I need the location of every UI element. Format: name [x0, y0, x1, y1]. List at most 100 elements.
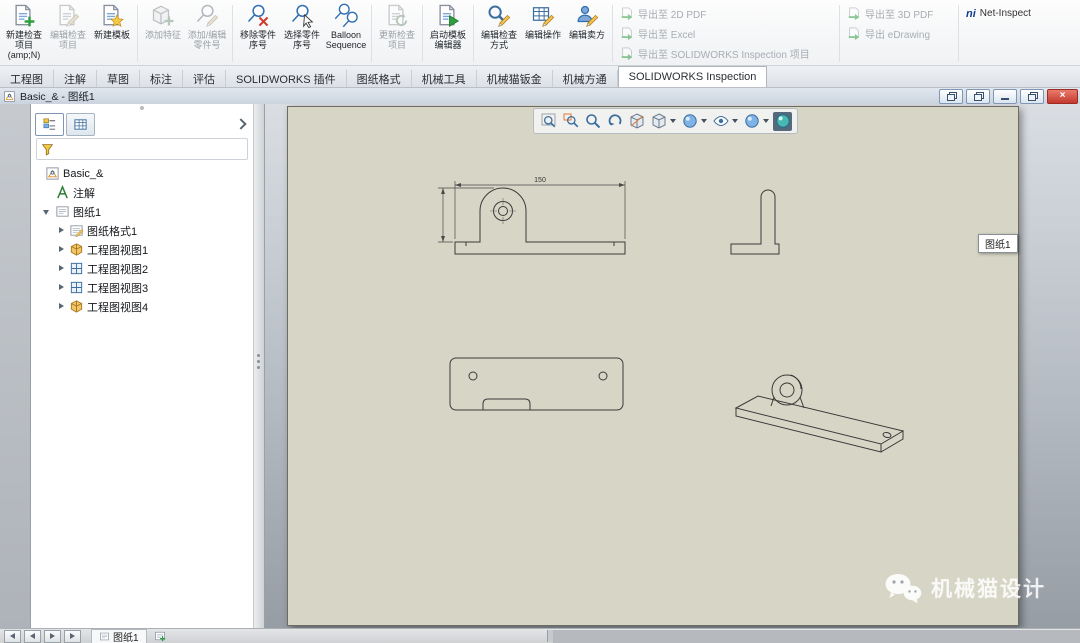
button-label: 添加/编辑零件号: [187, 30, 227, 50]
doc-window-button[interactable]: [966, 88, 990, 104]
edit-operation-button[interactable]: 编辑操作: [521, 2, 565, 50]
statusbar-right-area: [553, 630, 1080, 643]
tree-item-drawing-view3[interactable]: 工程图视图3: [31, 278, 253, 297]
tab-drawing[interactable]: 工程图: [0, 70, 54, 87]
expander-icon[interactable]: [57, 264, 66, 273]
view-orientation-icon: [651, 113, 667, 129]
export-label: 导出至 2D PDF: [638, 10, 707, 21]
heads-up-view-toolbar: [533, 108, 798, 134]
panel-splitter[interactable]: [253, 104, 265, 628]
appearances-button[interactable]: [742, 112, 761, 131]
dropdown-arrow-icon[interactable]: [670, 119, 676, 123]
tree-item-root[interactable]: Basic_&: [31, 164, 253, 183]
edit-inspection-method-button[interactable]: 编辑检查方式: [477, 2, 521, 50]
realview-button[interactable]: [773, 111, 792, 131]
isometric-view[interactable]: [734, 374, 905, 453]
doc-window-button[interactable]: [939, 88, 963, 104]
side-view[interactable]: [730, 189, 780, 255]
display-style-button[interactable]: [680, 112, 699, 131]
dropdown-arrow-icon[interactable]: [701, 119, 707, 123]
doc-minimize-button[interactable]: [993, 88, 1017, 104]
panel-collapse-button[interactable]: [233, 116, 249, 132]
feature-tree-tab[interactable]: [35, 112, 64, 136]
tree-item-label: 注解: [73, 187, 95, 200]
export-excel-button[interactable]: 导出至 Excel: [620, 26, 832, 41]
expander-icon[interactable]: [43, 207, 52, 216]
ribbon-group-project: 新建检查项目 (amp;N) 编辑检查项目 新建模板: [2, 2, 134, 60]
last-sheet-button[interactable]: [64, 629, 81, 643]
tab-mech-sheetmetal[interactable]: 机械猫钣金: [477, 70, 553, 87]
top-view[interactable]: [449, 357, 624, 411]
tab-evaluate[interactable]: 评估: [183, 70, 226, 87]
new-template-button[interactable]: 新建模板: [90, 2, 134, 60]
edit-inspection-project-button[interactable]: 编辑检查项目: [46, 2, 90, 60]
doc-close-button[interactable]: ×: [1047, 88, 1078, 104]
first-sheet-button[interactable]: [4, 629, 21, 643]
tree-filter-input[interactable]: [36, 138, 248, 160]
edit-vendor-button[interactable]: 编辑卖方: [565, 2, 609, 50]
add-sheet-button[interactable]: [152, 630, 168, 643]
doc-restore-button[interactable]: [1020, 88, 1044, 104]
zoom-area-button[interactable]: [561, 112, 580, 131]
front-view[interactable]: [454, 187, 626, 255]
zoom-button[interactable]: [583, 112, 602, 131]
export-edrawing-button[interactable]: 导出 eDrawing: [847, 26, 951, 41]
remove-balloon-button[interactable]: 移除零件序号: [236, 2, 280, 50]
next-sheet-button[interactable]: [44, 629, 61, 643]
prev-sheet-button[interactable]: [24, 629, 41, 643]
expander-icon[interactable]: [57, 226, 66, 235]
tab-label: 注解: [64, 73, 86, 86]
dropdown-arrow-icon[interactable]: [732, 119, 738, 123]
tab-solidworks-inspection[interactable]: SOLIDWORKS Inspection: [617, 66, 768, 87]
zoom-fit-button[interactable]: [539, 112, 558, 131]
export-inspection-project-button[interactable]: 导出至 SOLIDWORKS Inspection 项目: [620, 46, 832, 61]
tree-item-drawing-view2[interactable]: 工程图视图2: [31, 259, 253, 278]
tree-item-sheet1[interactable]: 图纸1: [31, 202, 253, 221]
expander-placeholder: [43, 188, 52, 197]
export-3d-pdf-button[interactable]: 导出至 3D PDF: [847, 6, 951, 21]
tab-markup[interactable]: 标注: [140, 70, 183, 87]
select-balloon-button[interactable]: 选择零件序号: [280, 2, 324, 50]
tab-addins[interactable]: SOLIDWORKS 插件: [226, 70, 347, 87]
tree-item-drawing-view4[interactable]: 工程图视图4: [31, 297, 253, 316]
hide-show-items-button[interactable]: [711, 112, 730, 131]
button-label: 新建模板: [93, 30, 130, 40]
launch-template-editor-button[interactable]: 启动模板编辑器: [426, 2, 470, 50]
expander-icon[interactable]: [57, 245, 66, 254]
zoom-icon: [585, 113, 601, 129]
view-orientation-button[interactable]: [649, 112, 668, 131]
section-view-button[interactable]: [627, 112, 646, 131]
new-inspection-project-button[interactable]: 新建检查项目 (amp;N): [2, 2, 46, 60]
drawing-view-icon: [69, 242, 84, 257]
expander-icon[interactable]: [57, 283, 66, 292]
net-inspect-button[interactable]: ni Net-Inspect: [966, 6, 1058, 21]
statusbar-splitter[interactable]: [547, 630, 553, 642]
update-inspection-project-button[interactable]: 更新检查项目: [375, 2, 419, 50]
tree-item-label: 工程图视图1: [87, 244, 149, 257]
tab-sketch[interactable]: 草图: [97, 70, 140, 87]
export-column-1: 导出至 2D PDF 导出至 Excel 导出至 SOLIDWORKS Insp…: [616, 2, 836, 61]
tab-annotation[interactable]: 注解: [54, 70, 97, 87]
tree-item-drawing-view1[interactable]: 工程图视图1: [31, 240, 253, 259]
ribbon-group-features: 添加特征 添加/编辑零件号: [141, 2, 229, 50]
inspection-table-tab[interactable]: [66, 112, 95, 136]
zoom-area-icon: [563, 113, 579, 128]
export-2d-pdf-button[interactable]: 导出至 2D PDF: [620, 6, 832, 21]
tree-item-annotations[interactable]: 注解: [31, 183, 253, 202]
sheet-tab-sheet1[interactable]: 图纸1: [91, 628, 147, 643]
add-edit-balloon-button[interactable]: 添加/编辑零件号: [185, 2, 229, 50]
tab-label: 草图: [107, 73, 129, 86]
tab-mech-tools[interactable]: 机械工具: [412, 70, 477, 87]
tab-mech-tube[interactable]: 机械方通: [553, 70, 618, 87]
ribbon-toolbar: 新建检查项目 (amp;N) 编辑检查项目 新建模板 添加特征 添加/编辑零件号: [0, 0, 1080, 66]
close-icon: ×: [1059, 90, 1066, 101]
tree-item-sheet-format1[interactable]: 图纸格式1: [31, 221, 253, 240]
previous-view-button[interactable]: [605, 112, 624, 131]
panel-grip[interactable]: [31, 104, 253, 112]
add-feature-button[interactable]: 添加特征: [141, 2, 185, 50]
expander-icon[interactable]: [57, 302, 66, 311]
drawing-sheet[interactable]: 150: [287, 106, 1019, 626]
balloon-sequence-button[interactable]: Balloon Sequence: [324, 2, 368, 50]
tab-sheet-format[interactable]: 图纸格式: [347, 70, 412, 87]
dropdown-arrow-icon[interactable]: [763, 119, 769, 123]
